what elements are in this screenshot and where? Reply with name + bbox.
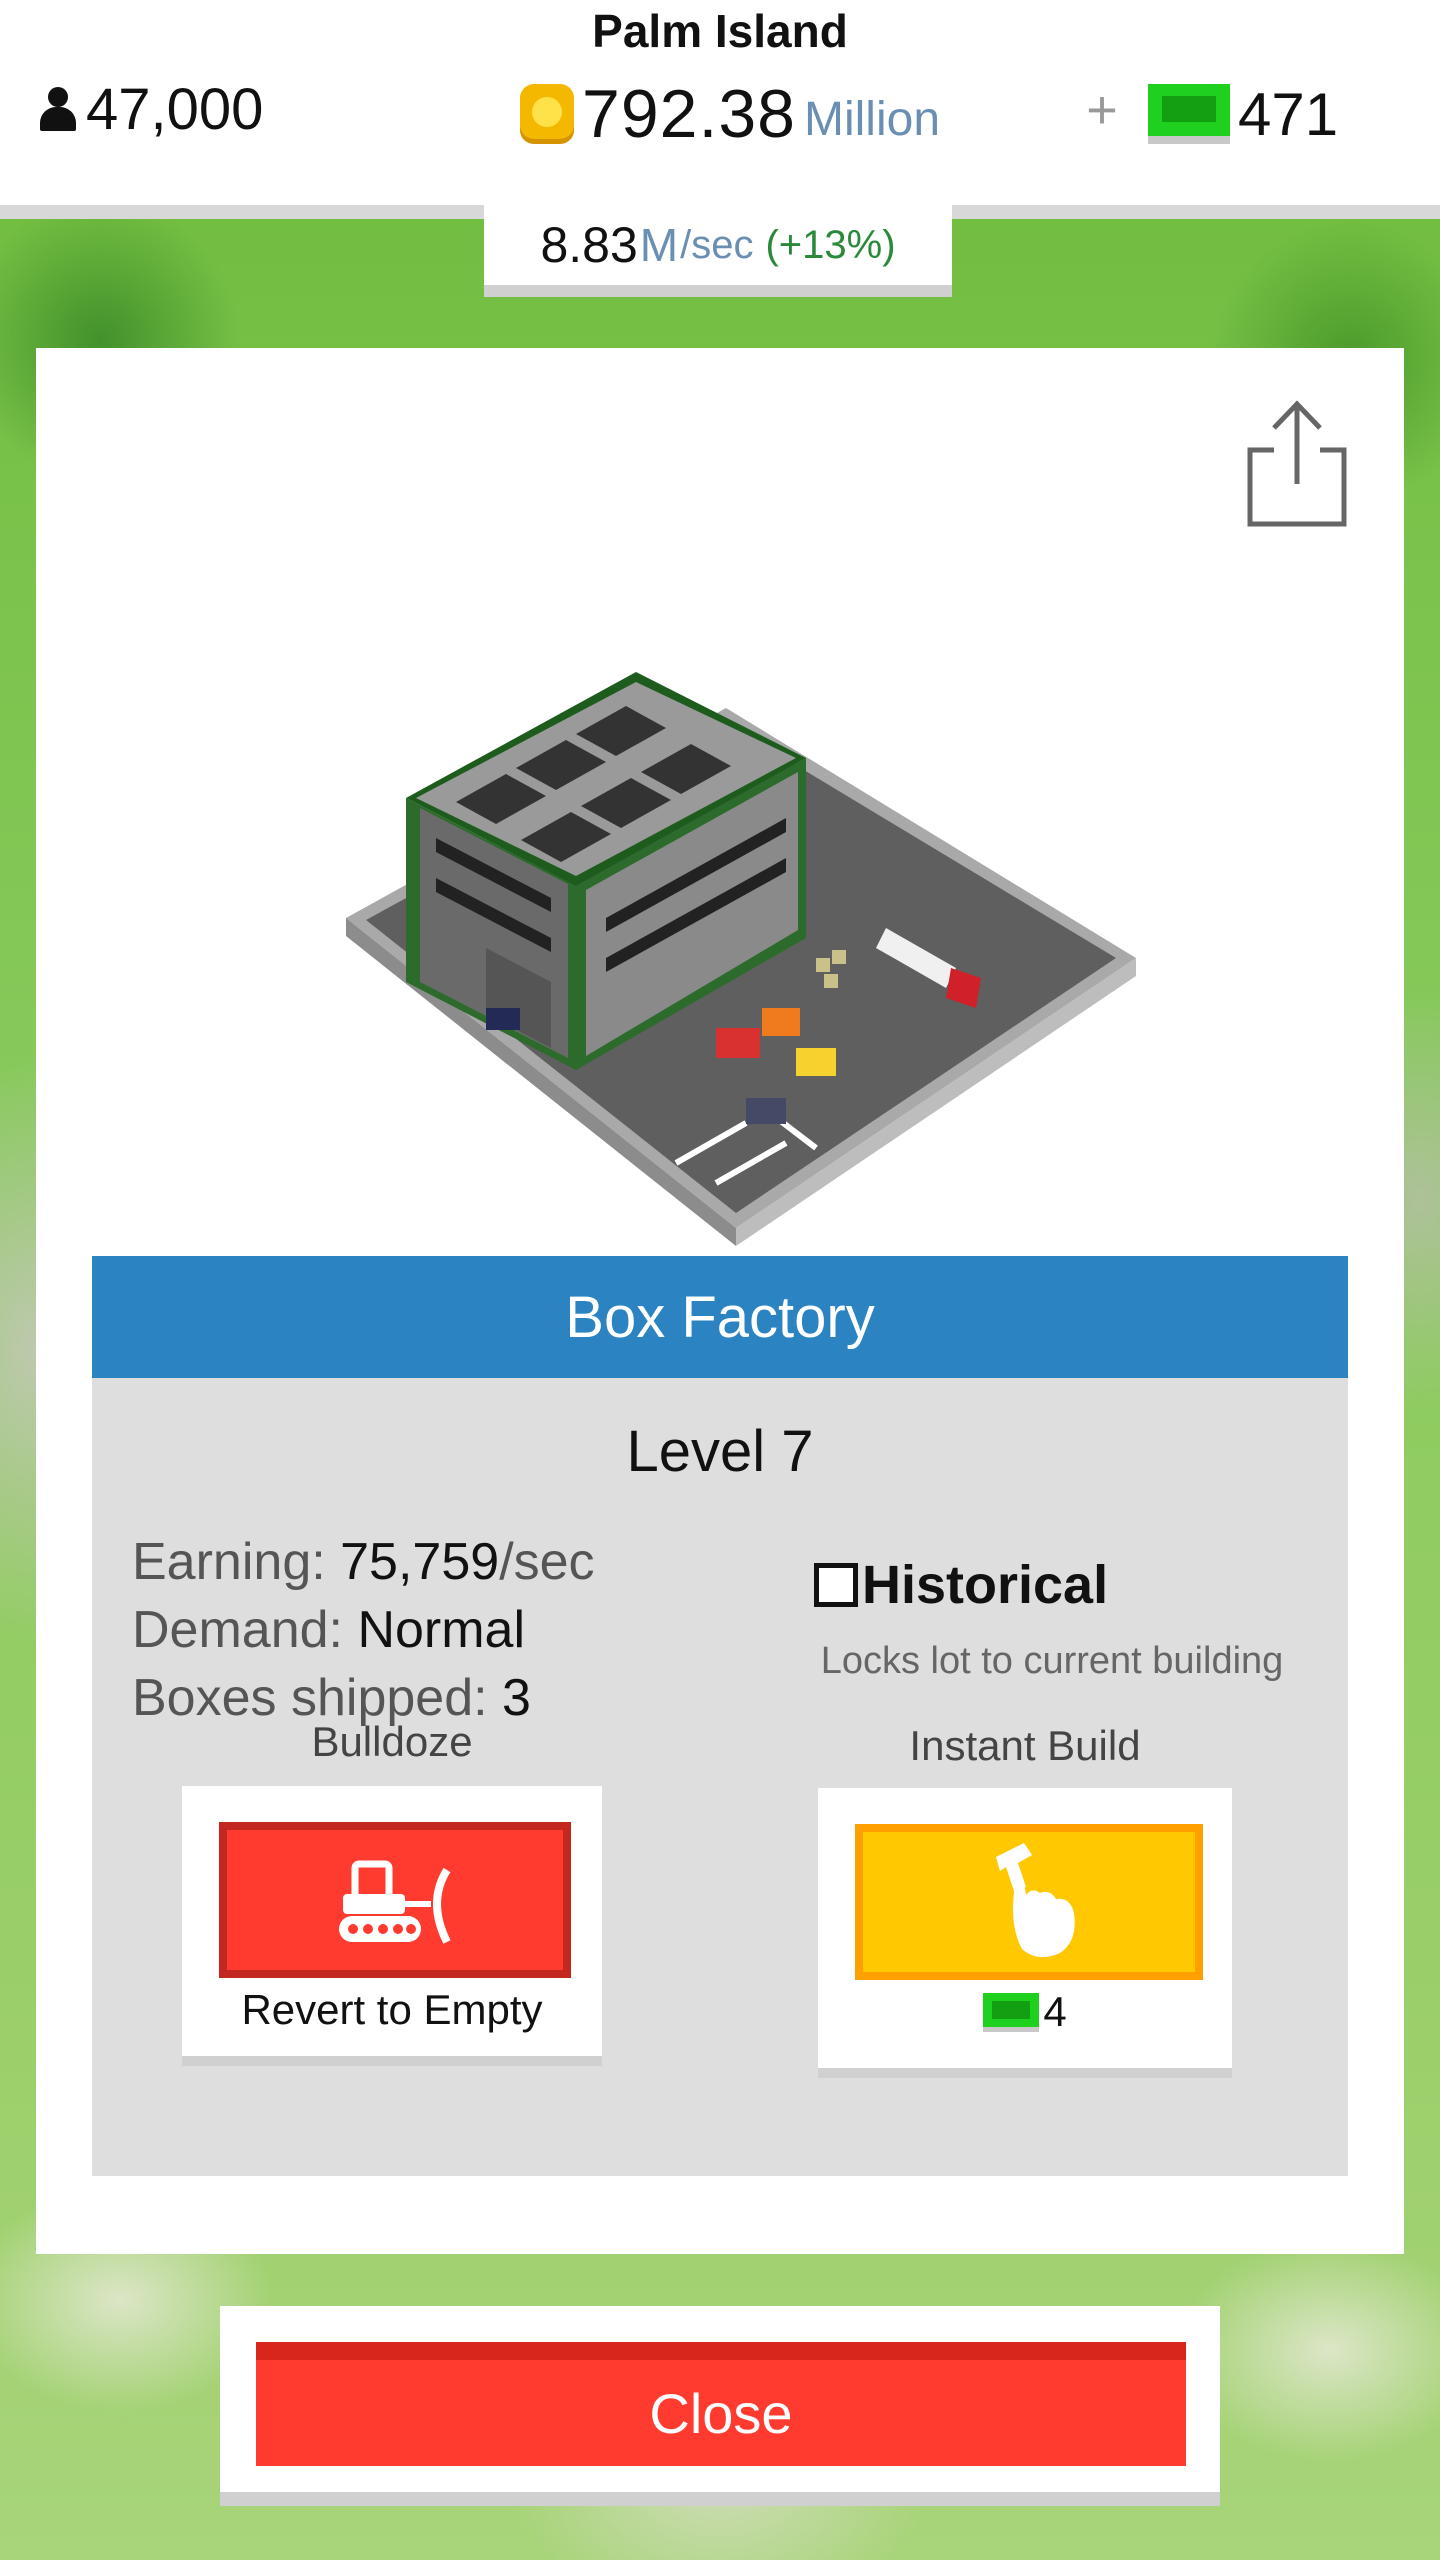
historical-description: Locks lot to current building [820, 1640, 1284, 1682]
coins-unit: Million [803, 92, 941, 146]
historical-label: Historical [862, 1555, 1109, 1615]
buy-cash-button[interactable]: + [1080, 80, 1124, 140]
share-button[interactable] [1244, 398, 1350, 530]
share-icon [1247, 400, 1347, 527]
rate-per: /sec [680, 222, 754, 267]
rate-change: (+13%) [765, 222, 896, 267]
demand-row: Demand: Normal [132, 1596, 595, 1664]
demand-value: Normal [357, 1601, 526, 1659]
coins-value: 792.38 [582, 76, 796, 152]
rate-unit: M [639, 219, 679, 271]
building-illustration [306, 628, 1176, 1268]
income-rate-tab: 8.83 M /sec (+13%) [484, 205, 952, 297]
demand-label: Demand: [132, 1601, 343, 1659]
rate-value: 8.83 [540, 217, 638, 273]
close-button[interactable]: Close [256, 2342, 1186, 2466]
historical-checkbox[interactable] [814, 1563, 858, 1607]
population-value: 47,000 [86, 76, 264, 142]
coin-icon [520, 84, 574, 144]
instant-build-button[interactable] [855, 1824, 1203, 1980]
instant-build-cost: 4 [818, 1988, 1232, 2036]
coins-counter: 792.38 Million [520, 74, 940, 154]
top-hud: Palm Island 47,000 792.38 Million + 471 [0, 0, 1440, 219]
bulldoze-button[interactable] [219, 1822, 571, 1978]
building-stats: Earning: 75,759/sec Demand: Normal Boxes… [132, 1528, 595, 1732]
building-info-box: Level 7 Earning: 75,759/sec Demand: Norm… [92, 1378, 1348, 2176]
historical-toggle[interactable]: Historical [814, 1554, 1108, 1616]
earning-value: 75,759 [340, 1533, 500, 1591]
instant-build-cost-value: 4 [1043, 1988, 1067, 2035]
cash-value: 471 [1238, 80, 1339, 148]
close-button-frame: Close [220, 2306, 1220, 2506]
instant-build-card: 4 [818, 1788, 1232, 2078]
hammer-hand-icon [996, 1843, 1075, 1958]
cash-counter: 471 [1148, 74, 1338, 154]
cash-icon [1148, 84, 1230, 144]
population-counter: 47,000 [38, 74, 263, 144]
earning-label: Earning: [132, 1533, 326, 1591]
building-panel: Box Factory Level 7 Earning: 75,759/sec … [36, 348, 1404, 2254]
bulldoze-card: Revert to Empty [182, 1786, 602, 2066]
person-icon [38, 85, 78, 133]
cash-icon [983, 1992, 1040, 2032]
earning-row: Earning: 75,759/sec [132, 1528, 595, 1596]
instant-build-label: Instant Build [909, 1722, 1141, 1769]
bulldoze-label: Bulldoze [311, 1718, 473, 1765]
earning-unit: /sec [499, 1533, 595, 1591]
building-name: Box Factory [92, 1256, 1348, 1378]
revert-to-empty-label: Revert to Empty [241, 1986, 543, 2033]
bulldozer-icon [339, 1860, 451, 1944]
island-name: Palm Island [592, 5, 848, 57]
building-level: Level 7 [626, 1419, 814, 1484]
